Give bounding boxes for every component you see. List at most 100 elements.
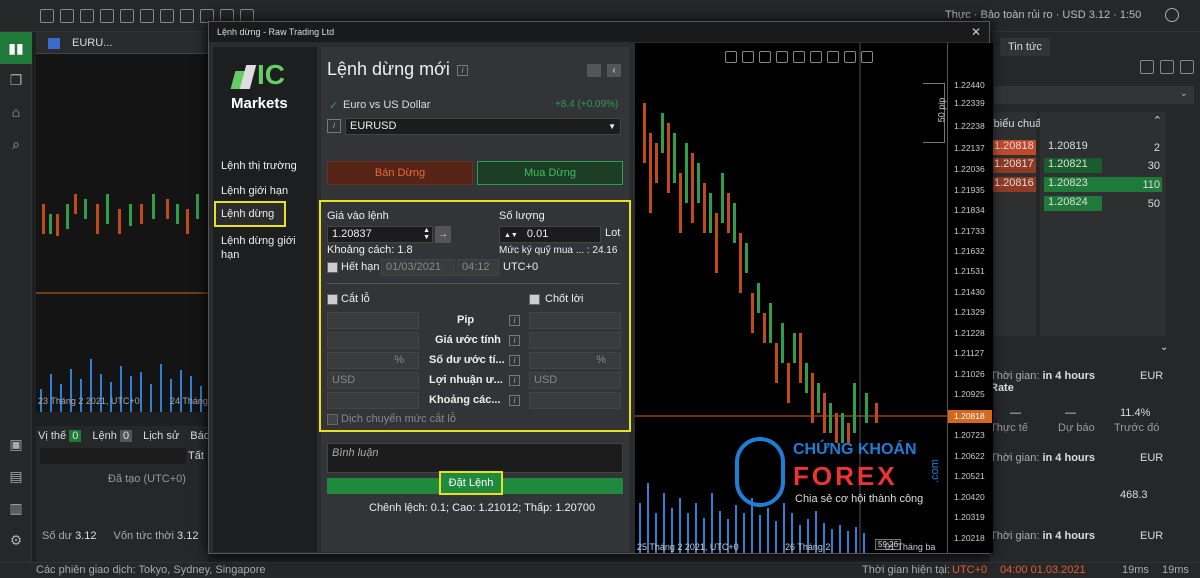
bg-candles — [36, 194, 208, 412]
tab-history[interactable]: Lịch sử — [143, 430, 179, 442]
est-balance-info-icon[interactable]: i — [509, 355, 520, 366]
tp-profit-input[interactable]: USD — [529, 372, 621, 389]
wallet-icon[interactable]: ▥ — [0, 492, 32, 524]
symbol-info-icon[interactable]: i — [327, 119, 341, 133]
event-1[interactable]: Thời gian: in 4 hours EUR Rate — — 11.4%… — [990, 370, 1200, 434]
order-chart[interactable]: 50 pip 59:26 25 Tháng 2 2021, UTC+0 26 T… — [635, 43, 993, 553]
chart-tab[interactable]: EURU... — [36, 32, 208, 54]
split-icon[interactable] — [120, 9, 134, 23]
current-date: 04:00 01.03.2021 — [1000, 564, 1086, 576]
event-2[interactable]: Thời gian: in 4 hours EUR 468.3 — [990, 452, 1200, 501]
account-status[interactable]: Thực · Bảo toàn rủi ro · USD 3.12 · 1:50 — [945, 9, 1141, 21]
side-stop-order[interactable]: Lệnh dừng — [214, 201, 286, 227]
ask-4[interactable]: 1.20824 — [1044, 196, 1102, 211]
tp-distance-input[interactable] — [529, 392, 621, 409]
filter-input[interactable] — [40, 448, 186, 464]
tp-balance-input[interactable]: % — [529, 352, 621, 369]
expand-icon[interactable] — [1180, 60, 1194, 74]
side-limit-order[interactable]: Lệnh giới hạn — [221, 184, 288, 198]
comment-input[interactable]: Bình luận — [327, 443, 623, 473]
est-profit-info-icon[interactable]: i — [509, 375, 520, 386]
bg-chart-date-1: 23 Tháng 2 2021, UTC+0 — [38, 396, 140, 406]
analyze-nav-icon[interactable]: ⌕ — [0, 128, 32, 160]
side-stop-limit-order[interactable]: Lệnh dừng giới hạn — [221, 234, 313, 262]
news-tab[interactable]: Tin tức — [1000, 38, 1050, 56]
bid-1[interactable]: 1.20818 — [990, 140, 1036, 155]
candle-icon[interactable] — [180, 9, 194, 23]
expiry-label: Hết hạn — [341, 261, 380, 273]
tp-pip-input[interactable] — [529, 312, 621, 329]
right-panel: Tin tức ⌄ (biểu chuẩn) 1.20818 1.20817 1… — [990, 32, 1200, 562]
bid-3[interactable]: 1.20816 — [990, 177, 1036, 192]
symbol-select[interactable]: EURUSD ▼ — [345, 118, 621, 135]
bell-icon[interactable] — [587, 64, 601, 77]
stop-loss-checkbox[interactable] — [327, 294, 338, 305]
background-chart[interactable]: EURU... 23 Tháng 2 2021, UTC+0 24 Tháng — [36, 32, 208, 412]
entry-stepper[interactable]: ▲ ▼ — [423, 227, 430, 241]
quantity-stepper[interactable]: ▲▼ 0.01 — [499, 226, 601, 243]
chart-date-2: 26 Tháng 2 — [785, 542, 831, 552]
collapse-icon[interactable]: ‹ — [607, 64, 621, 77]
expiry-date-input[interactable]: 01/03/2021 — [381, 259, 455, 276]
sl-pip-input[interactable] — [327, 312, 419, 329]
briefcase-icon[interactable]: ▣ — [0, 428, 32, 460]
ask-1[interactable]: 1.20819 — [1044, 140, 1102, 155]
trailing-checkbox[interactable] — [327, 414, 338, 425]
tp-price-input[interactable] — [529, 332, 621, 349]
expiry-time-input[interactable]: 04:12 — [457, 259, 499, 276]
price-tick: 1.20521 — [954, 471, 985, 481]
sl-distance-input[interactable] — [327, 392, 419, 409]
est-price-info-icon[interactable]: i — [509, 335, 520, 346]
zoom-icon[interactable] — [140, 9, 154, 23]
copy-nav-icon[interactable]: ❐ — [0, 64, 32, 96]
sl-tp-grid: Pip i Giá ước tính i % Số dư ước tí... i… — [327, 312, 627, 412]
bid-2[interactable]: 1.20817 — [990, 158, 1036, 173]
distance-info-icon[interactable]: i — [509, 395, 520, 406]
tab-orders[interactable]: Lệnh — [92, 430, 116, 442]
sl-profit-input[interactable]: USD — [327, 372, 419, 389]
event-1-col-forecast: Dự báo — [1058, 422, 1095, 434]
expiry-checkbox[interactable] — [327, 262, 338, 273]
event-1-name: Rate — [990, 382, 1014, 394]
tp-currency: USD — [534, 374, 558, 386]
order-type-sidebar: IC Markets Lệnh thị trường Lệnh giới hạn… — [213, 47, 317, 552]
trade-nav-icon[interactable]: ▮▮ — [0, 32, 32, 64]
calendar-chevron-icon[interactable]: ⌄ — [1160, 342, 1168, 353]
close-icon[interactable]: ✕ — [971, 22, 981, 42]
ask-vol-3: 110 — [1142, 179, 1160, 191]
ask-2[interactable]: 1.20821 — [1044, 158, 1102, 173]
edit-icon[interactable] — [1160, 60, 1174, 74]
buy-stop-button[interactable]: Mua Dừng — [477, 161, 623, 185]
tab-reports[interactable]: Báo — [190, 430, 210, 442]
store-icon[interactable]: ▤ — [0, 460, 32, 492]
grid-icon[interactable] — [100, 9, 114, 23]
expiry-timezone: UTC+0 — [503, 261, 539, 273]
event-2-time-label: Thời gian: — [990, 452, 1040, 464]
settings-icon[interactable]: ⚙ — [0, 524, 32, 556]
price-tick: 1.21632 — [954, 246, 985, 256]
user-icon[interactable] — [1165, 8, 1179, 22]
robot-nav-icon[interactable]: ⌂ — [0, 96, 32, 128]
take-profit-checkbox[interactable] — [529, 294, 540, 305]
ask-chevron-icon[interactable]: ⌃ — [1153, 114, 1162, 127]
event-3[interactable]: Thời gian: in 4 hours EUR — [990, 530, 1200, 542]
symbol-selector[interactable]: ⌄ — [994, 86, 1194, 104]
sell-stop-button[interactable]: Bán Dừng — [327, 161, 473, 185]
layout-icon[interactable] — [60, 9, 74, 23]
timezone[interactable]: UTC+0 — [952, 564, 987, 576]
filter-all[interactable]: Tất — [188, 450, 204, 462]
entry-price-input[interactable]: 1.20837 ▲ ▼ — [327, 226, 433, 243]
single-chart-icon[interactable] — [80, 9, 94, 23]
tab-positions[interactable]: Vị thế — [38, 430, 66, 442]
fill-price-icon[interactable]: → — [435, 226, 451, 243]
price-tick: 1.22440 — [954, 80, 985, 90]
indicator-icon[interactable] — [160, 9, 174, 23]
new-chart-icon[interactable] — [40, 9, 54, 23]
side-market-order[interactable]: Lệnh thị trường — [221, 159, 297, 173]
sl-balance-input[interactable]: % — [327, 352, 419, 369]
star-icon[interactable] — [1140, 60, 1154, 74]
place-order-button[interactable]: Đặt Lệnh — [439, 471, 503, 495]
heading-info-icon[interactable]: i — [457, 65, 468, 76]
sl-price-input[interactable] — [327, 332, 419, 349]
pip-info-icon[interactable]: i — [509, 315, 520, 326]
